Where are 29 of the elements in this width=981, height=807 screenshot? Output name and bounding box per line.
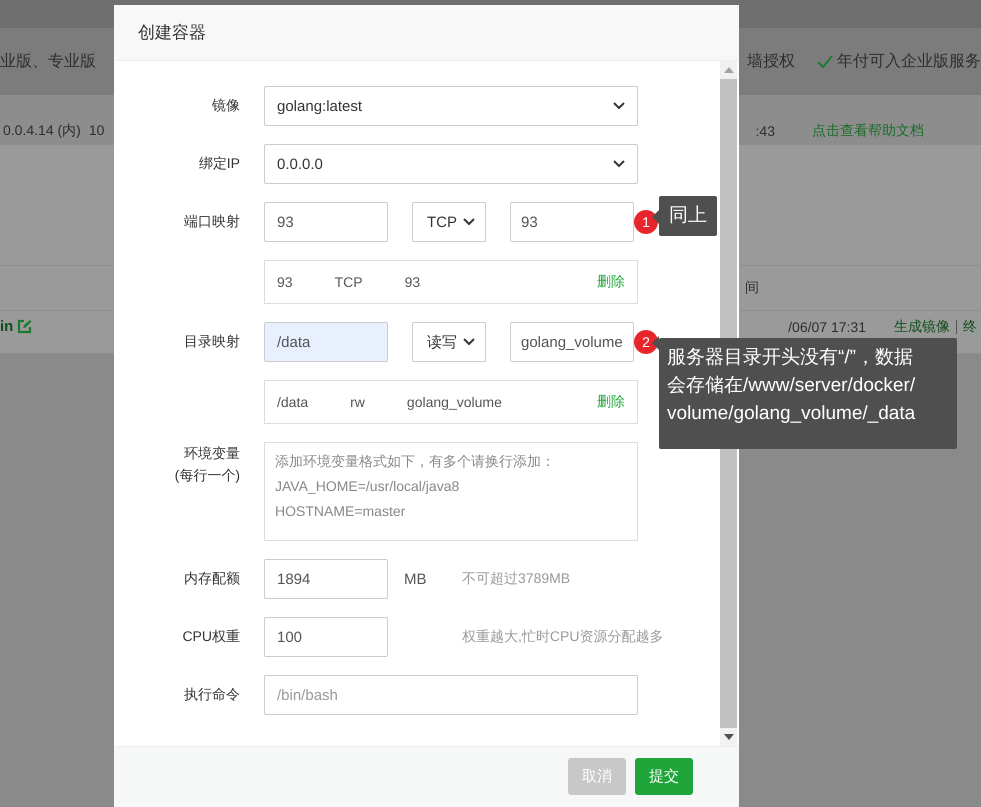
mapping-value: 93 bbox=[404, 274, 420, 290]
field-note: 不可超过3789MB bbox=[462, 570, 570, 588]
field-label: 端口映射 bbox=[184, 213, 240, 231]
dialog-title: 创建容器 bbox=[138, 22, 206, 44]
server-address: 0.0.4.14 (内) bbox=[3, 122, 81, 140]
field-label: CPU权重 bbox=[182, 628, 240, 646]
mapping-value: 93 bbox=[277, 274, 293, 290]
step-badge: 1 bbox=[634, 210, 658, 234]
mapping-value: rw bbox=[350, 394, 365, 410]
field-label: 镜像 bbox=[212, 97, 240, 115]
mapping-value: /data bbox=[277, 394, 308, 410]
field-note: 权重越大,忙时CPU资源分配越多 bbox=[462, 628, 664, 646]
server-time: :43 bbox=[756, 123, 775, 139]
created-time: /06/07 17:31 bbox=[788, 319, 866, 335]
field-label: 执行命令 bbox=[184, 686, 240, 704]
field-label: 环境变量 bbox=[184, 445, 240, 463]
mapping-value: golang_volume bbox=[406, 394, 502, 410]
field-label: 目录映射 bbox=[184, 333, 240, 351]
server-address: 10 bbox=[88, 122, 104, 140]
banner-text: 年付可入企业版服务 bbox=[837, 52, 981, 72]
field-label: (每行一个) bbox=[174, 467, 240, 485]
step-badge: 2 bbox=[634, 330, 658, 354]
column-header: 间 bbox=[745, 279, 759, 297]
field-label: 绑定IP bbox=[198, 155, 240, 173]
field-label: 内存配额 bbox=[184, 570, 240, 588]
banner-text: 业版、专业版 bbox=[0, 52, 96, 72]
mapping-value: TCP bbox=[334, 274, 363, 290]
unit-label: MB bbox=[404, 570, 426, 588]
banner-text: 墙授权 bbox=[747, 52, 795, 72]
